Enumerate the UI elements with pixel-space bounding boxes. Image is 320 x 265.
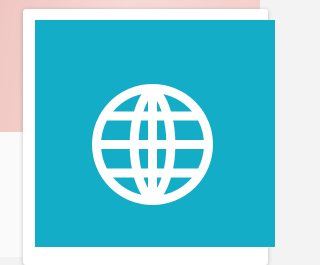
- globe-icon: [92, 84, 213, 205]
